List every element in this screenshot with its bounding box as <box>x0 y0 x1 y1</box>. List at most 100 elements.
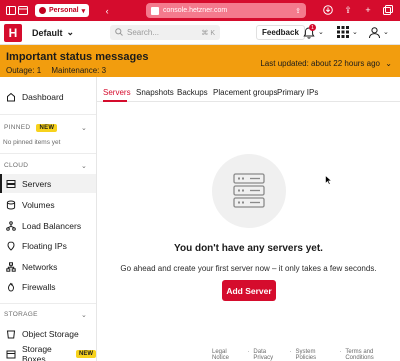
sidebar-item-label: Object Storage <box>22 328 79 339</box>
section-pinned: PINNED NEW <box>4 124 58 132</box>
mouse-cursor-icon <box>325 174 333 187</box>
active-tab-indicator <box>103 100 127 102</box>
section-label: PINNED <box>4 124 31 131</box>
sidebar-item-label: Dashboard <box>22 91 64 102</box>
maintenance-count: Maintenance: 3 <box>51 66 107 75</box>
footer-legal-notice[interactable]: Legal Notice <box>212 349 243 361</box>
search-placeholder: Search... <box>127 28 160 37</box>
browser-actions: ⇪ + <box>322 4 394 16</box>
sidebar-item-storage-boxes[interactable]: Storage Boxes NEW <box>0 344 96 361</box>
sidebar-item-floating-ips[interactable]: Floating IPs <box>0 236 96 255</box>
app-header: H Default ⌄ Search... ⌘ K Feedback 1 ⌄ ⌄… <box>0 21 400 45</box>
url-text: console.hetzner.com <box>163 7 228 14</box>
pinned-empty-hint: No pinned items yet <box>3 139 61 146</box>
sidebar: Dashboard PINNED NEW ⌄ No pinned items y… <box>0 77 97 361</box>
divider <box>0 303 96 304</box>
profile-avatar-icon <box>39 7 46 14</box>
back-icon[interactable]: ‹ <box>101 5 113 17</box>
tabs-icon[interactable] <box>17 5 29 17</box>
chevron-down-icon[interactable]: ⌄ <box>383 28 389 36</box>
apps-grid-icon[interactable] <box>337 26 349 40</box>
chevron-down-icon[interactable]: ⌄ <box>81 124 87 132</box>
sidebar-item-networks[interactable]: Networks <box>0 257 96 276</box>
share-icon[interactable]: ⇪ <box>295 7 301 15</box>
firewall-icon <box>6 282 16 292</box>
site-logo-icon <box>151 6 159 15</box>
new-badge: NEW <box>76 349 96 358</box>
divider <box>0 153 96 154</box>
empty-state-description: Go ahead and create your first server no… <box>120 264 377 273</box>
add-server-button[interactable]: Add Server <box>222 280 276 301</box>
footer-separator: · <box>247 349 250 355</box>
section-storage: STORAGE <box>4 311 38 318</box>
sidebar-item-label: Networks <box>22 261 58 272</box>
chevron-down-icon[interactable]: ⌄ <box>352 28 358 36</box>
tab-backups[interactable]: Backups <box>177 88 208 97</box>
network-icon <box>6 261 16 272</box>
footer-terms[interactable]: Terms and Conditions <box>345 349 400 361</box>
object-storage-icon <box>6 329 16 339</box>
chevron-down-icon: ▾ <box>81 7 86 15</box>
servers-tabs: Servers Snapshots Backups Placement grou… <box>97 84 400 102</box>
load-balancer-icon <box>6 220 16 231</box>
tab-servers[interactable]: Servers <box>103 88 131 97</box>
divider <box>0 114 96 115</box>
project-name: Default <box>32 27 63 38</box>
sidebar-item-label: Firewalls <box>22 281 56 292</box>
section-cloud: CLOUD <box>4 162 29 169</box>
dashboard-icon <box>6 92 16 102</box>
footer-system-policies[interactable]: System Policies <box>295 349 335 361</box>
search-shortcut: ⌘ K <box>201 29 215 37</box>
empty-servers-illustration <box>212 154 286 228</box>
user-avatar-icon[interactable] <box>368 26 381 41</box>
tab-snapshots[interactable]: Snapshots <box>136 88 174 97</box>
sidebar-item-label: Volumes <box>22 199 55 210</box>
footer-separator: · <box>339 349 342 355</box>
search-input[interactable]: Search... ⌘ K <box>110 25 220 40</box>
chevron-down-icon[interactable]: ⌄ <box>318 28 324 36</box>
sidebar-toggle-icon[interactable] <box>5 5 17 17</box>
tab-overview-icon[interactable] <box>382 4 394 16</box>
new-tab-icon[interactable]: + <box>362 4 374 16</box>
hetzner-logo[interactable]: H <box>4 23 22 42</box>
search-icon <box>115 27 123 38</box>
browser-toolbar: Personal ▾ ‹ console.hetzner.com ⇪ ⇪ + <box>0 0 400 21</box>
chevron-down-icon: ⌄ <box>66 27 75 37</box>
volume-icon <box>6 200 16 210</box>
sidebar-item-object-storage[interactable]: Object Storage <box>0 324 96 343</box>
sidebar-item-label: Floating IPs <box>22 240 67 251</box>
feedback-button[interactable]: Feedback <box>256 25 305 40</box>
floating-ip-icon <box>6 240 16 251</box>
sidebar-item-servers[interactable]: Servers <box>0 174 96 193</box>
status-banner[interactable]: Important status messages Outage: 1 Main… <box>0 45 400 77</box>
footer-data-privacy[interactable]: Data Privacy <box>253 349 285 361</box>
tab-primary-ips[interactable]: Primary IPs <box>277 88 318 97</box>
sidebar-item-label: Storage Boxes <box>22 343 52 361</box>
outage-count: Outage: 1 <box>6 66 42 75</box>
status-updated: Last updated: about 22 hours ago <box>260 59 380 68</box>
server-icon <box>6 179 16 189</box>
profile-label: Personal <box>49 7 79 14</box>
profile-selector[interactable]: Personal ▾ <box>35 4 90 17</box>
project-selector[interactable]: Default ⌄ <box>32 27 74 38</box>
share-icon[interactable]: ⇪ <box>342 4 354 16</box>
new-badge: NEW <box>36 124 58 132</box>
sidebar-item-load-balancers[interactable]: Load Balancers <box>0 216 96 235</box>
server-stack-icon <box>233 173 265 208</box>
empty-state-title: You don't have any servers yet. <box>174 243 323 254</box>
storage-box-icon <box>6 349 16 359</box>
notification-badge: 1 <box>309 24 316 31</box>
sidebar-item-label: Load Balancers <box>22 220 82 231</box>
address-bar[interactable]: console.hetzner.com ⇪ <box>146 3 306 18</box>
footer-links: Legal Notice · Data Privacy · System Pol… <box>212 349 400 361</box>
footer-separator: · <box>289 349 292 355</box>
sidebar-item-firewalls[interactable]: Firewalls <box>0 277 96 296</box>
sidebar-item-dashboard[interactable]: Dashboard <box>0 87 96 106</box>
downloads-icon[interactable] <box>322 4 334 16</box>
chevron-down-icon[interactable]: ⌄ <box>81 162 87 170</box>
sidebar-item-label: Servers <box>22 178 52 189</box>
chevron-down-icon[interactable]: ⌄ <box>81 311 87 319</box>
sidebar-item-volumes[interactable]: Volumes <box>0 195 96 214</box>
tab-placement-groups[interactable]: Placement groups <box>213 88 277 97</box>
chevron-down-icon[interactable]: ⌄ <box>385 59 392 68</box>
